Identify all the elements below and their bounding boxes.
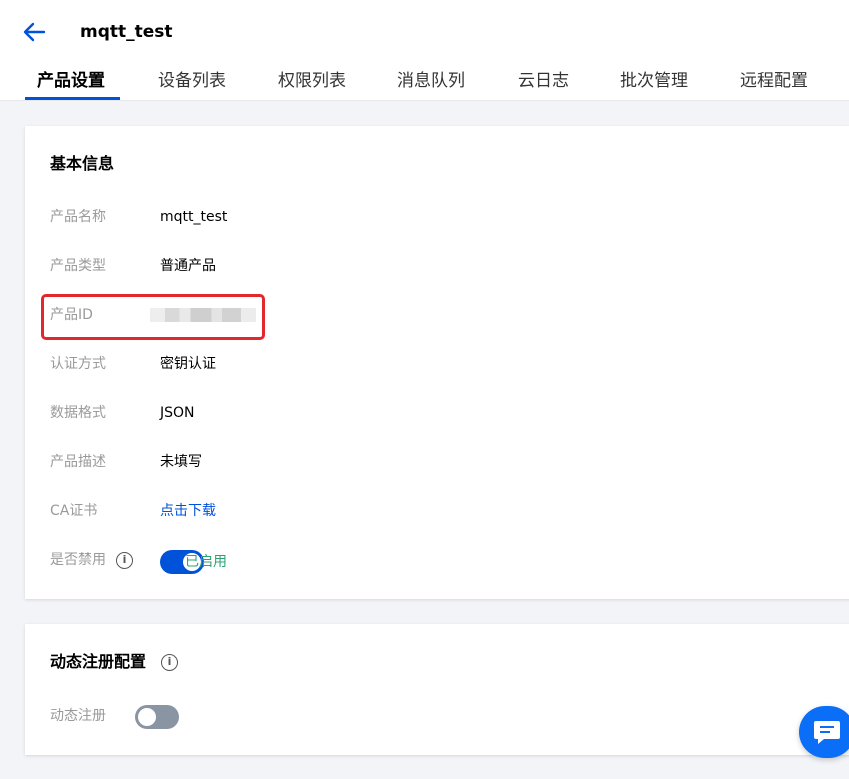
top-bar: mqtt_test 产品设置 设备列表 权限列表 消息队列 云日志 批次管理 远… bbox=[0, 0, 849, 101]
ca-cert-label: CA证书 bbox=[50, 503, 98, 519]
auth-method-value: 密钥认证 bbox=[160, 356, 216, 372]
product-name-value: mqtt_test bbox=[160, 209, 228, 225]
active-tab-indicator bbox=[25, 97, 120, 100]
arrow-left-icon[interactable] bbox=[22, 21, 46, 43]
page-title: mqtt_test bbox=[80, 22, 173, 42]
product-type-label: 产品类型 bbox=[50, 258, 106, 274]
ca-cert-download-link[interactable]: 点击下载 bbox=[160, 501, 216, 521]
tab-batch-management[interactable]: 批次管理 bbox=[620, 69, 688, 93]
info-icon[interactable]: i bbox=[116, 552, 133, 569]
tab-remote-config[interactable]: 远程配置 bbox=[740, 69, 808, 93]
product-desc-value: 未填写 bbox=[160, 454, 202, 470]
data-format-value: JSON bbox=[160, 405, 195, 421]
tab-product-settings[interactable]: 产品设置 bbox=[37, 69, 105, 93]
disabled-label: 是否禁用 bbox=[50, 552, 106, 568]
product-desc-label: 产品描述 bbox=[50, 454, 106, 470]
chat-bubble-icon bbox=[814, 721, 840, 744]
enabled-status-text: 已启用 bbox=[185, 554, 227, 570]
dynamic-reg-card: 动态注册配置 i 动态注册 bbox=[25, 624, 849, 755]
toggle-knob bbox=[138, 708, 156, 726]
tab-device-list[interactable]: 设备列表 bbox=[158, 69, 226, 93]
tab-cloud-log[interactable]: 云日志 bbox=[518, 69, 569, 93]
tab-message-queue[interactable]: 消息队列 bbox=[397, 69, 465, 93]
basic-info-title: 基本信息 bbox=[50, 154, 115, 173]
product-name-label: 产品名称 bbox=[50, 209, 106, 225]
dynamic-reg-label: 动态注册 bbox=[50, 708, 106, 724]
info-icon[interactable]: i bbox=[161, 654, 178, 671]
basic-info-card: 基本信息 产品名称 mqtt_test 产品类型 普通产品 产品ID 认证方式 … bbox=[25, 126, 849, 599]
tab-permission-list[interactable]: 权限列表 bbox=[278, 69, 346, 93]
product-id-highlight-box bbox=[41, 294, 265, 340]
dynamic-reg-toggle[interactable] bbox=[135, 705, 179, 729]
chat-button[interactable] bbox=[799, 706, 849, 758]
product-type-value: 普通产品 bbox=[160, 258, 216, 274]
dynamic-reg-title: 动态注册配置 bbox=[50, 652, 147, 671]
auth-method-label: 认证方式 bbox=[50, 356, 106, 372]
data-format-label: 数据格式 bbox=[50, 405, 106, 421]
